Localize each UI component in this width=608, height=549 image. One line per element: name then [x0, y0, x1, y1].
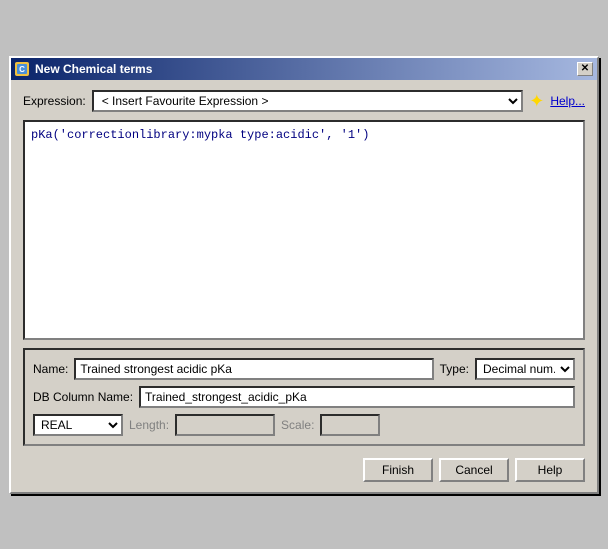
expression-select-wrapper: < Insert Favourite Expression >	[92, 90, 524, 112]
help-button[interactable]: Help	[515, 458, 585, 482]
scale-input	[320, 414, 380, 436]
expression-select[interactable]: < Insert Favourite Expression >	[92, 90, 524, 112]
expression-label: Expression:	[23, 94, 86, 108]
type-select-wrapper: Decimal num...	[475, 358, 575, 380]
window-title: New Chemical terms	[35, 62, 152, 76]
type-label: Type:	[440, 362, 469, 376]
finish-button[interactable]: Finish	[363, 458, 433, 482]
db-column-row: DB Column Name:	[33, 386, 575, 408]
buttons-row: Finish Cancel Help	[23, 454, 585, 482]
cancel-button[interactable]: Cancel	[439, 458, 509, 482]
length-input	[175, 414, 275, 436]
title-bar-left: C New Chemical terms	[15, 62, 152, 76]
real-select[interactable]: REAL	[33, 414, 123, 436]
title-bar: C New Chemical terms ✕	[11, 58, 597, 80]
name-type-row: Name: Type: Decimal num...	[33, 358, 575, 380]
length-label: Length:	[129, 418, 169, 432]
scale-label: Scale:	[281, 418, 314, 432]
db-column-label: DB Column Name:	[33, 390, 133, 404]
close-button[interactable]: ✕	[577, 62, 593, 76]
favourite-star-icon[interactable]: ✦	[529, 92, 544, 110]
type-select[interactable]: Decimal num...	[475, 358, 575, 380]
code-content: pKa('correctionlibrary:mypka type:acidic…	[31, 128, 369, 142]
db-column-input[interactable]	[139, 386, 575, 408]
real-length-scale-row: REAL Length: Scale:	[33, 414, 575, 436]
window-body: Expression: < Insert Favourite Expressio…	[11, 80, 597, 492]
help-link[interactable]: Help...	[550, 94, 585, 108]
name-label: Name:	[33, 362, 68, 376]
window-icon: C	[15, 62, 29, 76]
svg-text:C: C	[19, 65, 25, 74]
name-input[interactable]	[74, 358, 433, 380]
fields-section: Name: Type: Decimal num... DB Column Nam…	[23, 348, 585, 446]
main-window: C New Chemical terms ✕ Expression: < Ins…	[9, 56, 599, 494]
code-editor[interactable]: pKa('correctionlibrary:mypka type:acidic…	[23, 120, 585, 340]
expression-row: Expression: < Insert Favourite Expressio…	[23, 90, 585, 112]
real-select-wrapper: REAL	[33, 414, 123, 436]
